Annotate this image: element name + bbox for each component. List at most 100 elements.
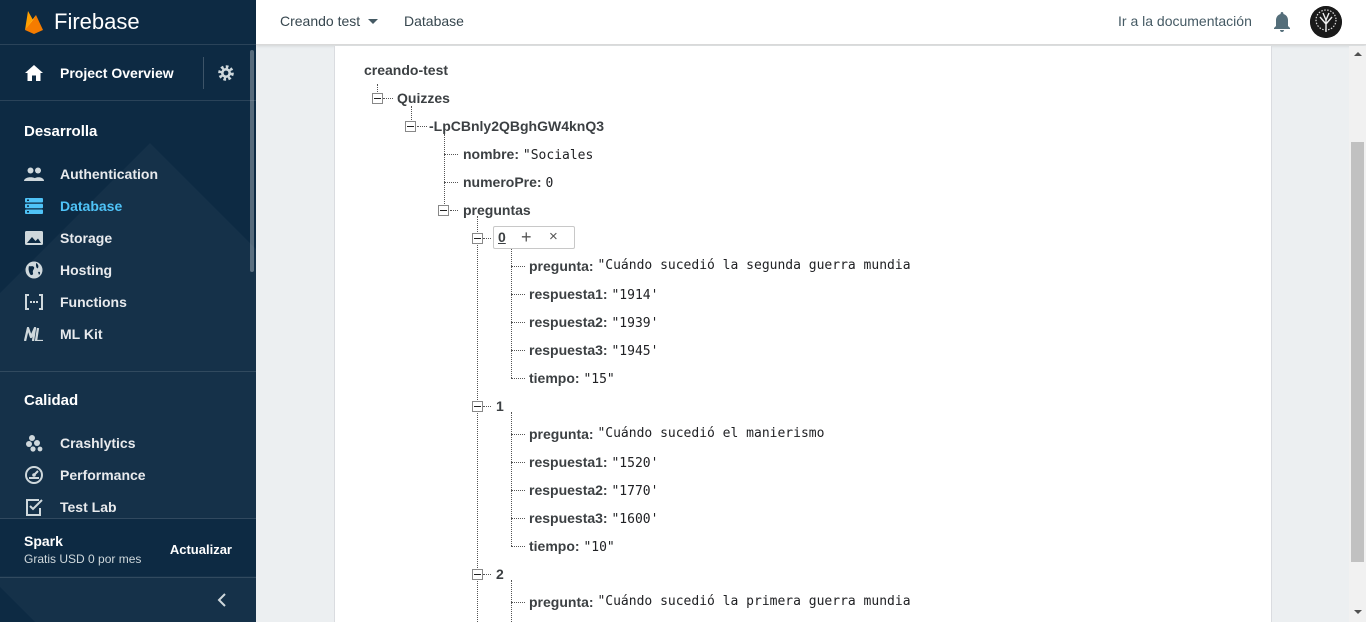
tree-leaf-numeropre[interactable]: numeroPre: 0 [463, 172, 553, 192]
node-value[interactable]: "Cuándo sucedió el manierismo [597, 424, 837, 444]
collapse-toggle-icon[interactable] [372, 93, 383, 104]
node-key: -LpCBnly2QBghGW4knQ3 [429, 118, 605, 134]
firebase-logo-icon[interactable] [24, 9, 44, 35]
add-child-icon[interactable]: + [521, 227, 532, 248]
tree-node-item-2[interactable]: 2 [496, 564, 504, 584]
collapse-toggle-icon[interactable] [472, 569, 483, 580]
tree-node-quiz-id[interactable]: -LpCBnly2QBghGW4knQ3 [429, 116, 604, 136]
performance-icon [24, 465, 44, 485]
node-value[interactable]: "1939' [611, 316, 658, 331]
tree-leaf-respuesta2[interactable]: respuesta2: "1770' [529, 480, 658, 500]
tree-connector [483, 574, 491, 575]
project-overview-row: Project Overview [0, 45, 256, 101]
tree-connector [511, 490, 525, 491]
node-value[interactable]: "1600' [611, 512, 658, 527]
tree-leaf-tiempo[interactable]: tiempo: "15" [529, 368, 615, 388]
sidebar-item-label: Test Lab [60, 499, 117, 515]
node-key: 2 [496, 566, 504, 582]
tree-leaf-pregunta[interactable]: pregunta: "Cuándo sucedió el manierismo [529, 424, 837, 444]
scroll-up-icon[interactable] [1354, 52, 1362, 56]
node-key: Quizzes [397, 90, 450, 106]
scroll-down-icon[interactable] [1354, 610, 1362, 614]
project-overview-link[interactable]: Project Overview [60, 65, 174, 81]
node-key: tiempo: [529, 538, 580, 554]
project-selector[interactable]: Creando test [280, 13, 379, 29]
node-value[interactable]: "1770' [611, 484, 658, 499]
node-value[interactable]: "1945' [611, 344, 658, 359]
collapse-sidebar-button[interactable] [0, 577, 256, 622]
sidebar-item-hosting[interactable]: Hosting [0, 254, 256, 286]
sidebar-item-crashlytics[interactable]: Crashlytics [0, 427, 256, 459]
tree-leaf-pregunta[interactable]: pregunta: "Cuándo sucedió la primera gue… [529, 592, 930, 612]
tree-node-preguntas[interactable]: preguntas [463, 200, 531, 220]
sidebar-item-label: Hosting [60, 262, 113, 278]
project-name: Creando test [280, 13, 361, 29]
tree-connector [483, 238, 491, 239]
avatar[interactable] [1310, 6, 1342, 38]
top-bar: Creando test Database Ir a la documentac… [256, 0, 1366, 45]
tree-node-item-1[interactable]: 1 [496, 396, 504, 416]
node-value[interactable]: "Cuándo sucedió la primera guerra mundia [597, 592, 930, 612]
tree-connector [511, 580, 512, 622]
node-key: preguntas [463, 202, 531, 218]
collapse-toggle-icon[interactable] [438, 205, 449, 216]
home-icon[interactable] [24, 63, 44, 83]
tree-leaf-nombre[interactable]: nombre: "Sociales [463, 144, 593, 164]
tree-root-node[interactable]: creando-test [364, 60, 448, 80]
node-key: respuesta2: [529, 314, 608, 330]
node-value[interactable]: "1914' [611, 288, 658, 303]
tree-node-quizzes[interactable]: Quizzes [397, 88, 450, 108]
tree-connector [511, 462, 525, 463]
upgrade-button[interactable]: Actualizar [170, 542, 232, 557]
tree-connector [511, 294, 525, 295]
node-key: respuesta1: [529, 454, 608, 470]
tree-leaf-tiempo[interactable]: tiempo: "10" [529, 536, 615, 556]
sidebar-item-storage[interactable]: Storage [0, 222, 256, 254]
sidebar-item-functions[interactable]: Functions [0, 286, 256, 318]
node-key: respuesta2: [529, 482, 608, 498]
delete-node-icon[interactable]: × [549, 228, 558, 245]
collapse-toggle-icon[interactable] [405, 121, 416, 132]
scrollbar-thumb[interactable] [1351, 142, 1364, 562]
tree-leaf-respuesta3[interactable]: respuesta3: "1945' [529, 340, 658, 360]
sidebar-item-label: Database [60, 198, 123, 214]
plan-name: Spark [24, 533, 63, 549]
sidebar-item-label: Performance [60, 467, 146, 483]
node-key: respuesta3: [529, 510, 608, 526]
tree-leaf-respuesta1[interactable]: respuesta1: "1520' [529, 452, 658, 472]
tree-leaf-pregunta[interactable]: pregunta: "Cuándo sucedió la segunda gue… [529, 256, 930, 276]
node-key: respuesta3: [529, 342, 608, 358]
tree-leaf-respuesta2[interactable]: respuesta2: "1939' [529, 312, 658, 332]
sidebar-item-database[interactable]: Database [0, 190, 256, 222]
tree-leaf-respuesta3[interactable]: respuesta3: "1600' [529, 508, 658, 528]
collapse-toggle-icon[interactable] [472, 233, 483, 244]
sidebar-item-ml-kit[interactable]: ML Kit [0, 318, 256, 350]
sidebar-scrollbar[interactable] [250, 50, 254, 272]
collapse-toggle-icon[interactable] [472, 401, 483, 412]
node-value[interactable]: "Sociales [523, 148, 593, 163]
tree-connector [511, 350, 525, 351]
tree-connector [511, 518, 525, 519]
gear-icon[interactable] [216, 63, 236, 83]
database-icon [24, 196, 44, 216]
chevron-left-icon [214, 592, 230, 608]
page-scrollbar[interactable] [1349, 46, 1366, 622]
functions-icon [24, 292, 44, 312]
node-key: tiempo: [529, 370, 580, 386]
sidebar-item-performance[interactable]: Performance [0, 459, 256, 491]
plan-price: Gratis USD 0 por mes [24, 552, 142, 566]
node-value[interactable]: "15" [583, 372, 614, 387]
tree-leaf-respuesta1[interactable]: respuesta1: "1914' [529, 284, 658, 304]
node-value[interactable]: "Cuándo sucedió la segunda guerra mundia [597, 256, 930, 276]
node-value[interactable]: "1520' [611, 456, 658, 471]
bell-icon[interactable] [1272, 11, 1292, 33]
tree-node-item-0[interactable]: 0 + × [493, 226, 575, 249]
documentation-link[interactable]: Ir a la documentación [1118, 13, 1252, 29]
brand-name[interactable]: Firebase [54, 9, 140, 35]
tree-connector [511, 412, 512, 546]
sidebar-item-authentication[interactable]: Authentication [0, 158, 256, 190]
node-value[interactable]: "10" [583, 540, 614, 555]
node-value[interactable]: 0 [545, 176, 553, 191]
section-title-quality: Calidad [24, 392, 79, 409]
tree-connector [511, 266, 525, 267]
